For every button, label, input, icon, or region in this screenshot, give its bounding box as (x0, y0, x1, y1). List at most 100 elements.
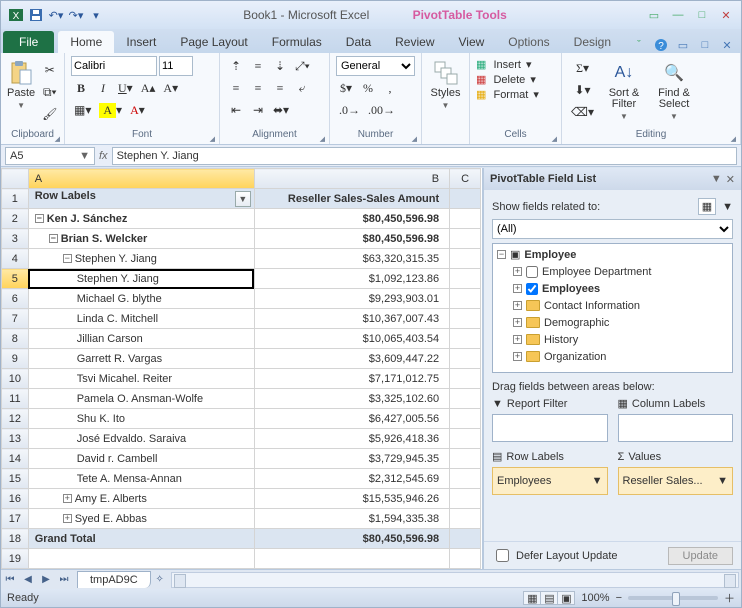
cell[interactable] (450, 489, 481, 509)
expand-collapse-icon[interactable]: − (49, 234, 58, 243)
formula-input[interactable]: Stephen Y. Jiang (112, 147, 737, 165)
tree-node[interactable]: +Employee Department (495, 263, 730, 280)
area-values-box[interactable]: Reseller Sales...▼ (618, 467, 734, 495)
view-buttons[interactable]: ▦▤▣ (524, 591, 575, 605)
align-top-icon[interactable]: ⇡ (226, 56, 246, 76)
expand-collapse-icon[interactable]: − (35, 214, 44, 223)
fill-icon[interactable]: ⬇▾ (568, 80, 597, 100)
cell[interactable] (450, 369, 481, 389)
cell[interactable]: $3,729,945.35 (254, 449, 449, 469)
cell[interactable]: $7,171,012.75 (254, 369, 449, 389)
redo-icon[interactable]: ↷▾ (67, 6, 85, 24)
cell[interactable]: $80,450,596.98 (254, 529, 449, 549)
zoom-level[interactable]: 100% (581, 592, 609, 604)
decrease-decimal-icon[interactable]: .00→ (365, 100, 398, 120)
area-column-labels-box[interactable] (618, 414, 734, 442)
cell[interactable]: $9,293,903.01 (254, 289, 449, 309)
cell[interactable] (450, 309, 481, 329)
autosum-icon[interactable]: Σ▾ (568, 58, 597, 78)
cell[interactable]: +Amy E. Alberts (28, 489, 254, 509)
field-checkbox[interactable] (526, 266, 538, 278)
row-header[interactable]: 12 (2, 409, 29, 429)
cell[interactable] (28, 549, 254, 569)
cell[interactable]: $80,450,596.98 (254, 229, 449, 249)
layout-dropdown-icon[interactable]: ▼ (722, 201, 733, 213)
align-middle-icon[interactable]: ≡ (248, 56, 268, 76)
sort-filter-button[interactable]: A↓ Sort & Filter▼ (601, 56, 647, 121)
cell[interactable] (450, 449, 481, 469)
cell[interactable]: Tete A. Mensa-Annan (28, 469, 254, 489)
accounting-format-icon[interactable]: $▾ (336, 78, 356, 98)
bold-button[interactable]: B (71, 78, 91, 98)
find-select-button[interactable]: 🔍 Find & Select▼ (651, 56, 697, 121)
row-header[interactable]: 3 (2, 229, 29, 249)
minimize-ribbon-icon[interactable]: ˇ (631, 37, 647, 53)
cell[interactable] (450, 389, 481, 409)
cell[interactable]: $6,427,005.56 (254, 409, 449, 429)
tree-node[interactable]: +Organization (495, 348, 730, 365)
tab-design[interactable]: Design (562, 31, 623, 53)
align-right-icon[interactable]: ≡ (270, 78, 290, 98)
pane-close-icon[interactable]: ✕ (726, 173, 735, 186)
row-header[interactable]: 14 (2, 449, 29, 469)
layout-options-icon[interactable]: ▦ (698, 198, 716, 215)
doc-minimize-icon[interactable]: ▭ (675, 37, 691, 53)
sheet-tab[interactable]: tmpAD9C (77, 571, 151, 588)
cell[interactable]: Grand Total (28, 529, 254, 549)
underline-button[interactable]: U▾ (115, 78, 136, 98)
copy-icon[interactable]: ⧉▾ (39, 82, 60, 102)
row-header[interactable]: 10 (2, 369, 29, 389)
tree-node[interactable]: +Demographic (495, 314, 730, 331)
styles-button[interactable]: Styles▼ (428, 56, 463, 110)
tab-view[interactable]: View (447, 31, 497, 53)
cell[interactable]: Stephen Y. Jiang (28, 269, 254, 289)
column-header-c[interactable]: C (450, 169, 481, 189)
fill-color-button[interactable]: A▾ (96, 100, 125, 120)
wrap-text-icon[interactable]: ⤶ (292, 78, 312, 98)
row-header[interactable]: 11 (2, 389, 29, 409)
tab-insert[interactable]: Insert (114, 31, 168, 53)
column-header-a[interactable]: A (28, 169, 254, 189)
cell[interactable]: Jillian Carson (28, 329, 254, 349)
new-sheet-icon[interactable]: ✧ (151, 571, 169, 589)
increase-indent-icon[interactable]: ⇥ (248, 100, 268, 120)
worksheet-grid[interactable]: A B C 1Row Labels▼Reseller Sales-Sales A… (1, 168, 483, 569)
tree-node[interactable]: +History (495, 331, 730, 348)
cell[interactable]: $63,320,315.35 (254, 249, 449, 269)
cell[interactable]: $10,367,007.43 (254, 309, 449, 329)
area-report-filter-box[interactable] (492, 414, 608, 442)
horizontal-scrollbar[interactable] (171, 572, 739, 588)
defer-update-checkbox[interactable]: Defer Layout Update (492, 546, 618, 565)
row-header[interactable]: 8 (2, 329, 29, 349)
cell[interactable] (450, 229, 481, 249)
tree-node[interactable]: +Contact Information (495, 297, 730, 314)
zoom-slider[interactable] (628, 596, 718, 600)
maximize-icon[interactable]: □ (693, 8, 711, 22)
cell[interactable]: José Edvaldo. Saraiva (28, 429, 254, 449)
cell[interactable] (450, 209, 481, 229)
tab-home[interactable]: Home (58, 31, 114, 53)
cell[interactable]: $2,312,545.69 (254, 469, 449, 489)
cell[interactable] (450, 509, 481, 529)
tab-page-layout[interactable]: Page Layout (168, 31, 259, 53)
cell[interactable] (254, 549, 449, 569)
cell[interactable]: Garrett R. Vargas (28, 349, 254, 369)
border-button[interactable]: ▦▾ (71, 100, 94, 120)
cell[interactable] (450, 269, 481, 289)
row-header[interactable]: 5 (2, 269, 29, 289)
field-tree[interactable]: −▣Employee+Employee Department+Employees… (492, 243, 733, 373)
cell[interactable]: $3,325,102.60 (254, 389, 449, 409)
align-bottom-icon[interactable]: ⇣ (270, 56, 290, 76)
cell[interactable] (450, 189, 481, 209)
clear-icon[interactable]: ⌫▾ (568, 102, 597, 122)
field-checkbox[interactable] (526, 283, 538, 295)
orientation-icon[interactable]: ⤢▾ (292, 56, 313, 76)
row-header[interactable]: 19 (2, 549, 29, 569)
row-header[interactable]: 1 (2, 189, 29, 209)
cell[interactable]: Tsvi Micahel. Reiter (28, 369, 254, 389)
undo-icon[interactable]: ↶▾ (47, 6, 65, 24)
update-button[interactable]: Update (668, 547, 733, 565)
expand-collapse-icon[interactable]: + (63, 494, 72, 503)
cell[interactable]: $3,609,447.22 (254, 349, 449, 369)
sheet-nav-next-icon[interactable]: ▶ (37, 571, 55, 589)
